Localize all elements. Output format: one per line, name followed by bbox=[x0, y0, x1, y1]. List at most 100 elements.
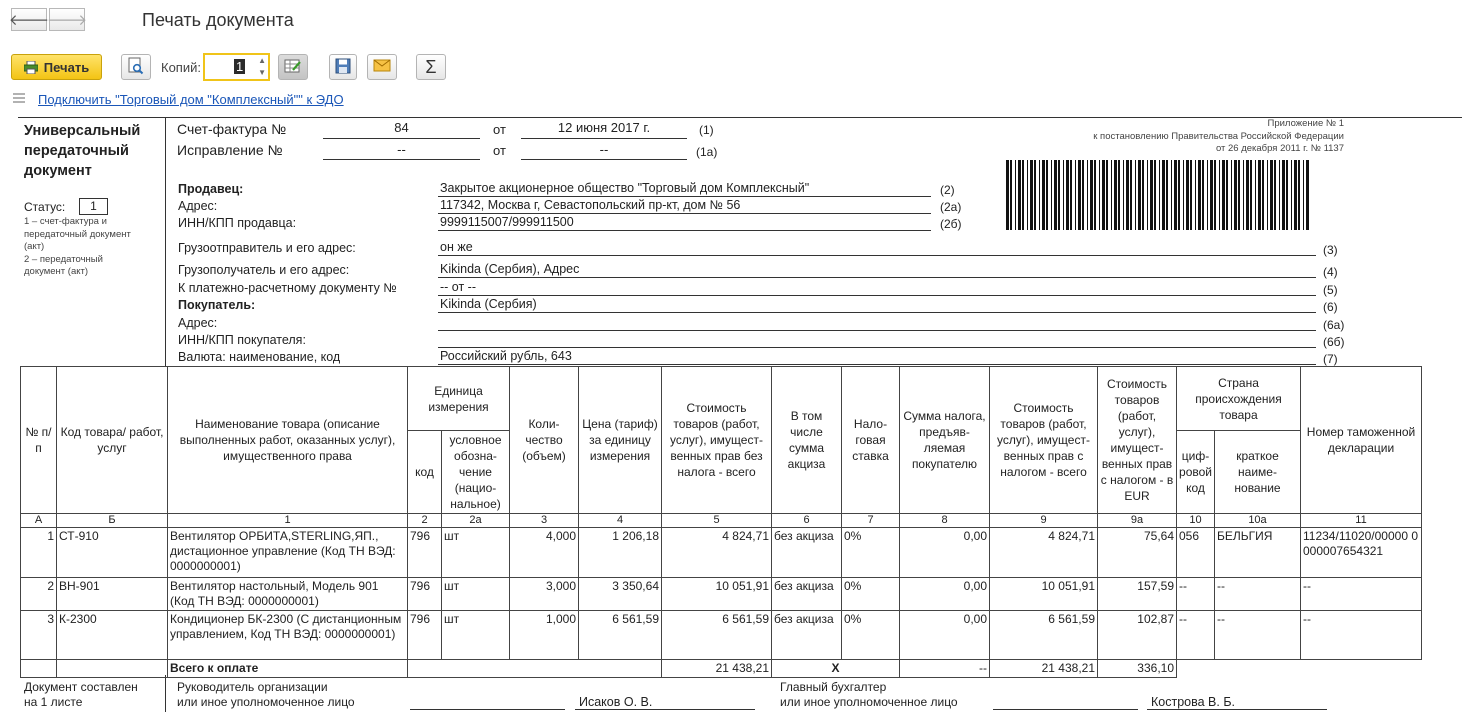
th-price: Цена (тариф) за единицу измерения bbox=[578, 366, 662, 514]
th-name: Наименование товара (описание выполненны… bbox=[167, 366, 408, 514]
column-number: 1 bbox=[167, 513, 408, 528]
field-code: (6а) bbox=[1323, 318, 1345, 332]
appendix-line: к постановлению Правительства Российской… bbox=[1093, 130, 1344, 142]
print-button[interactable]: Печать bbox=[11, 54, 102, 80]
barcode-bar bbox=[1058, 160, 1060, 230]
field-underline bbox=[438, 347, 1316, 348]
cell-no: 3 bbox=[20, 610, 57, 660]
cell-tax: 0,00 bbox=[899, 577, 990, 611]
cell-customs: -- bbox=[1300, 610, 1422, 660]
spinner-down-icon[interactable]: ▼ bbox=[258, 67, 266, 78]
settings-button[interactable] bbox=[278, 54, 308, 80]
save-button[interactable] bbox=[329, 54, 357, 80]
cell-cname: БЕЛЬГИЯ bbox=[1214, 527, 1301, 578]
edo-connect-link[interactable]: Подключить "Торговый дом "Комплексный"" … bbox=[38, 92, 344, 107]
back-button[interactable]: 🡐 bbox=[9, 8, 49, 31]
cell-tax: 0,00 bbox=[899, 527, 990, 578]
spinner-up-icon[interactable]: ▲ bbox=[258, 55, 266, 66]
footer-left-divider bbox=[165, 675, 166, 712]
code-1: (1) bbox=[699, 123, 714, 137]
barcode-bar bbox=[1018, 160, 1021, 230]
field-label: Адрес: bbox=[178, 199, 218, 213]
invoice-date: 12 июня 2017 г. bbox=[557, 120, 651, 135]
barcode-bar bbox=[1142, 160, 1144, 230]
invoice-number: 84 bbox=[394, 120, 409, 135]
barcode-bar bbox=[1027, 160, 1028, 230]
column-number: 10а bbox=[1214, 513, 1301, 528]
column-number: 11 bbox=[1300, 513, 1422, 528]
copies-input[interactable]: 1 ▲ ▼ bbox=[203, 53, 270, 81]
acc-label-line: Главный бухгалтер bbox=[780, 680, 887, 694]
field-code: (6) bbox=[1323, 300, 1338, 314]
appendix-line: от 26 декабря 2011 г. № 1137 bbox=[1215, 143, 1344, 154]
cell-ccode: -- bbox=[1176, 610, 1215, 660]
barcode-bar bbox=[1243, 160, 1244, 230]
correction-date-line bbox=[521, 159, 687, 160]
field-label: Грузополучатель и его адрес: bbox=[178, 263, 350, 277]
field-label: ИНН/КПП продавца: bbox=[178, 216, 297, 230]
cell-eur: 75,64 bbox=[1097, 527, 1177, 578]
appendix-line: Приложение № 1 bbox=[1267, 118, 1344, 129]
cell-unit: шт bbox=[441, 577, 510, 611]
barcode-bar bbox=[1063, 160, 1064, 230]
cell-code: СТ-910 bbox=[56, 527, 168, 578]
barcode-bar bbox=[1034, 160, 1036, 230]
total-eur: 336,10 bbox=[1097, 659, 1177, 678]
arrow-right-icon: 🡒 bbox=[46, 12, 88, 29]
barcode-bar bbox=[1190, 160, 1192, 230]
total-label: Всего к оплате bbox=[167, 659, 408, 678]
copies-value[interactable]: 1 bbox=[234, 59, 246, 74]
barcode-bar bbox=[1214, 160, 1216, 230]
column-number: Б bbox=[56, 513, 168, 528]
barcode-bar bbox=[1178, 160, 1180, 230]
correction-from-label: от bbox=[493, 143, 506, 158]
sum-button[interactable]: Σ bbox=[416, 54, 446, 80]
column-number: 7 bbox=[841, 513, 900, 528]
barcode-bar bbox=[1270, 160, 1273, 230]
head-name-line bbox=[575, 709, 755, 710]
head-signature-line bbox=[410, 709, 565, 710]
field-code: (7) bbox=[1323, 352, 1338, 366]
accountant-name-line bbox=[1147, 709, 1327, 710]
head-label-line: Руководитель организации bbox=[177, 680, 328, 694]
barcode-bar bbox=[1231, 160, 1232, 230]
field-label: ИНН/КПП покупателя: bbox=[178, 333, 306, 347]
forward-button[interactable]: 🡒 bbox=[46, 8, 88, 31]
field-code: (3) bbox=[1323, 243, 1338, 257]
th-cost-wo-tax: Стоимость товаров (работ, услуг), имущес… bbox=[661, 366, 772, 514]
column-numbers-row: А Б 1 2 2а 3 4 5 6 7 8 9 9а 10 10а 11 bbox=[20, 513, 1422, 528]
email-button[interactable] bbox=[367, 54, 397, 80]
barcode-bar bbox=[1030, 160, 1033, 230]
barcode-bar bbox=[1234, 160, 1237, 230]
barcode-bar bbox=[1123, 160, 1124, 230]
cell-price: 1 206,18 bbox=[578, 527, 662, 578]
barcode-bar bbox=[1154, 160, 1156, 230]
cell-cost: 6 561,59 bbox=[661, 610, 772, 660]
left-column-divider bbox=[165, 117, 166, 367]
accountant-name: Кострова В. Б. bbox=[1151, 695, 1235, 709]
floppy-disk-icon bbox=[335, 58, 351, 77]
preview-button[interactable] bbox=[121, 54, 151, 80]
link-list-icon bbox=[12, 91, 28, 110]
field-underline bbox=[438, 255, 1316, 256]
accountant-signature-line bbox=[993, 709, 1138, 710]
cell-cost: 10 051,91 bbox=[661, 577, 772, 611]
cell-unit-code: 796 bbox=[407, 610, 442, 660]
field-value: 117342, Москва г, Севастопольский пр-кт,… bbox=[440, 198, 741, 212]
barcode-bar bbox=[1250, 160, 1252, 230]
barcode-bar bbox=[1042, 160, 1045, 230]
upd-title-line: документ bbox=[24, 163, 92, 179]
barcode-bar bbox=[1210, 160, 1213, 230]
cell-cname: -- bbox=[1214, 610, 1301, 660]
field-label: Адрес: bbox=[178, 316, 218, 330]
column-number: 8 bbox=[899, 513, 990, 528]
doc-pages-line: Документ составлен bbox=[24, 680, 138, 694]
barcode-bar bbox=[1046, 160, 1048, 230]
cell-price: 6 561,59 bbox=[578, 610, 662, 660]
th-tax: Сумма налога, предъяв-ляемая покупателю bbox=[899, 366, 990, 514]
cell-excise: без акциза bbox=[771, 527, 842, 578]
th-cost-eur: Стоимость товаров (работ, услуг), имущес… bbox=[1097, 366, 1177, 514]
table-row: 2 ВН-901 Вентилятор настольный, Модель 901… bbox=[20, 577, 1422, 611]
page-search-icon bbox=[128, 57, 144, 78]
barcode-bar bbox=[1303, 160, 1304, 230]
